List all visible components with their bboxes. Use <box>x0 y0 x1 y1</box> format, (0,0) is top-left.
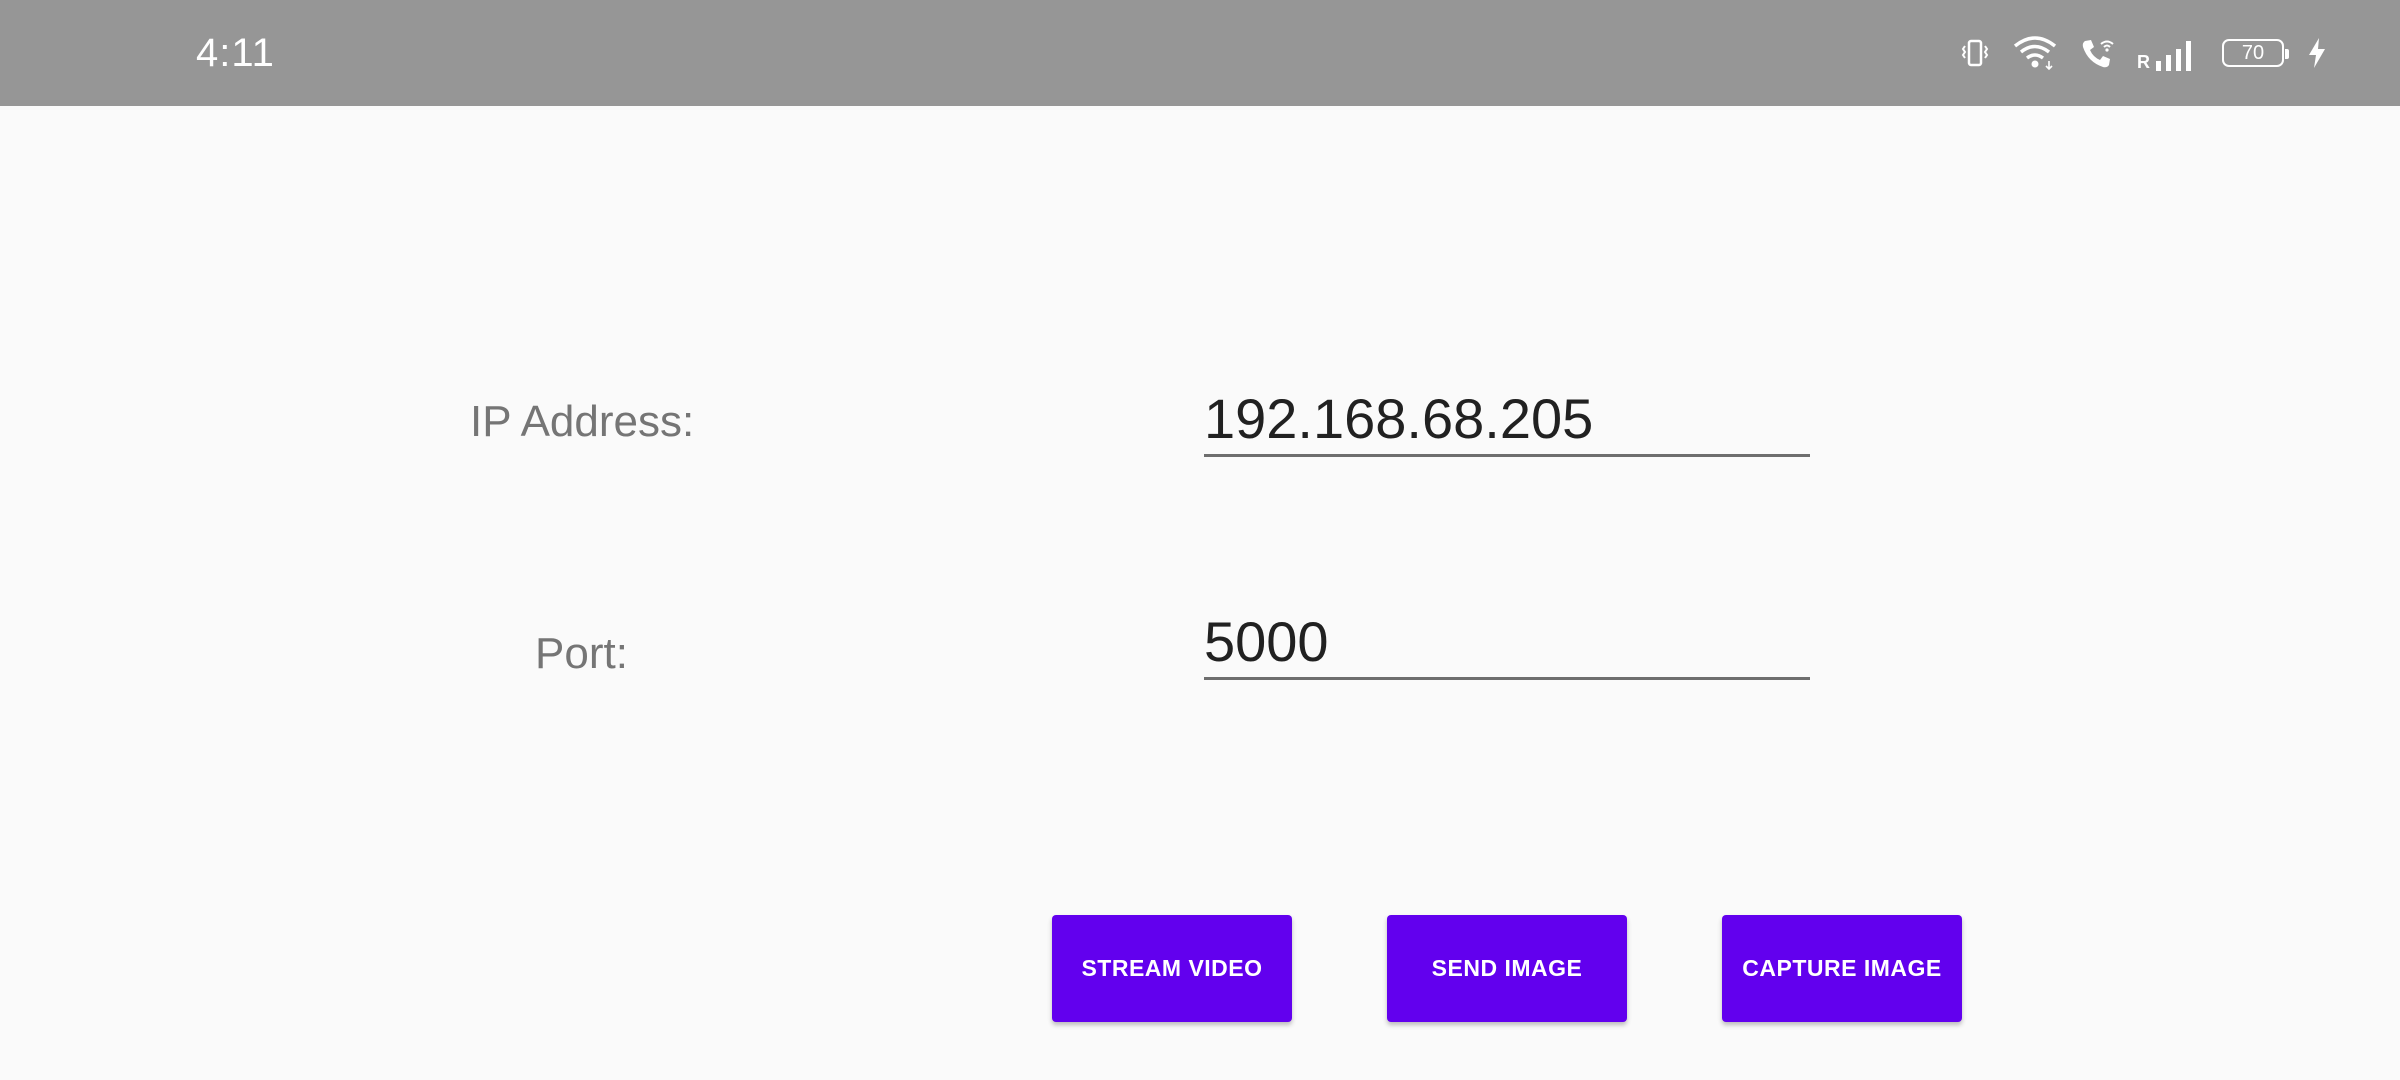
battery-icon: 70 <box>2222 39 2289 67</box>
status-time: 4:11 <box>196 31 275 75</box>
port-field[interactable] <box>1204 608 1810 680</box>
stream-video-button[interactable]: STREAM VIDEO <box>1052 915 1292 1022</box>
roaming-indicator: R <box>2137 52 2150 72</box>
charging-icon <box>2306 37 2328 69</box>
battery-level: 70 <box>2241 42 2265 64</box>
ip-address-input[interactable] <box>1204 385 1810 451</box>
wifi-icon <box>2013 35 2057 71</box>
port-label: Port: <box>535 629 628 678</box>
port-input[interactable] <box>1204 608 1810 674</box>
send-image-button[interactable]: SEND IMAGE <box>1387 915 1627 1022</box>
ip-address-field[interactable] <box>1204 385 1810 457</box>
status-bar: 4:11 R 70 <box>0 0 2400 106</box>
wifi-calling-icon <box>2079 35 2115 71</box>
ip-address-label: IP Address: <box>470 397 695 446</box>
status-icons: R 70 <box>1959 30 2328 76</box>
capture-image-button[interactable]: CAPTURE IMAGE <box>1722 915 1962 1022</box>
vibrate-icon <box>1959 37 1991 69</box>
signal-icon: R <box>2137 35 2200 71</box>
app-screen: 4:11 R 70 IP Address: 192.168.68.205 Por… <box>0 0 2400 1080</box>
